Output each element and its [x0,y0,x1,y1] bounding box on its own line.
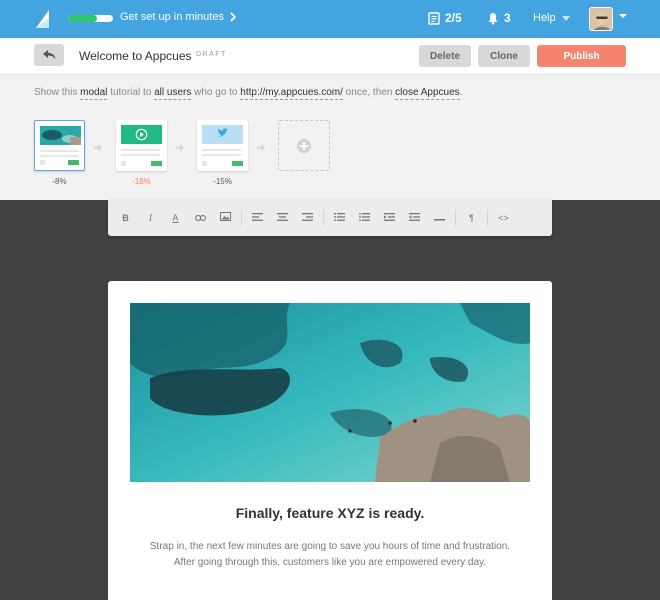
sentence-text: once, then [342,87,396,98]
toolbar-divider [455,209,456,226]
caret-down-icon [561,15,570,21]
step-stat-3: -15% [213,177,232,186]
bell-icon [488,12,498,25]
help-label: Help [533,12,556,24]
button-preview [232,161,243,166]
appcues-logo[interactable] [34,9,54,29]
step-stat-2: -18% [132,177,151,186]
url-selector[interactable]: http://my.appcues.com/ [240,87,343,100]
user-avatar[interactable] [589,7,613,31]
step-stat-1: -8% [52,177,67,186]
code-icon[interactable]: <> [491,213,516,223]
arrow-right-icon: ➔ [175,142,185,154]
toolbar-divider [241,209,242,226]
setup-guide-label: Get set up in minutes [120,11,224,23]
targeting-sentence: Show this modal tutorial to all users wh… [34,87,463,100]
step-thumbnail-1[interactable] [34,120,85,171]
twitter-thumbnail [202,125,243,144]
add-step-button[interactable] [278,120,330,171]
reply-arrow-icon [42,50,55,60]
unordered-list-icon[interactable] [352,212,377,223]
horizontal-rule-icon[interactable] [427,213,452,223]
checklist-count: 2/5 [445,11,462,25]
text-line [40,150,79,152]
button-preview [68,160,79,165]
setup-progress-bar [68,15,113,22]
top-nav-bar: Get set up in minutes 2/5 3 Help [0,0,660,38]
align-center-icon[interactable] [270,212,295,223]
image-thumbnail [40,126,81,145]
page-title: Welcome to Appcues [79,49,192,63]
sentence-text: tutorial to [107,87,155,98]
indent-icon[interactable] [402,212,427,223]
align-left-icon[interactable] [245,212,270,223]
step-thumbnail-2[interactable] [116,120,167,171]
body-line: Strap in, the next few minutes are going… [149,541,511,552]
placeholder-square [40,160,45,165]
arrow-right-icon: ➔ [93,142,103,154]
sentence-text: . [459,87,463,98]
clone-button[interactable]: Clone [478,45,530,67]
text-line [121,154,160,156]
audience-selector[interactable]: all users [154,87,192,100]
text-line [202,149,241,151]
step-thumbnail-3[interactable] [197,120,248,171]
button-preview [151,161,162,166]
text-line [121,149,160,151]
text-line [202,154,241,156]
help-menu[interactable]: Help [533,12,570,24]
modal-heading: Finally, feature XYZ is ready. [235,505,425,521]
modal-body-text: Strap in, the next few minutes are going… [108,539,552,571]
arrow-right-icon: ➔ [256,142,266,154]
chevron-right-icon [230,12,237,22]
publish-button[interactable]: Publish [537,45,626,67]
font-color-icon[interactable]: A [163,213,188,223]
italic-icon[interactable]: I [138,213,163,223]
text-line [40,155,79,157]
placeholder-square [202,161,207,166]
link-icon[interactable] [188,213,213,223]
notifications-count: 3 [504,11,511,25]
setup-guide-link[interactable]: Get set up in minutes [120,11,237,23]
avatar-caret-icon[interactable] [619,14,627,18]
outdent-icon[interactable] [377,212,402,223]
align-right-icon[interactable] [295,212,320,223]
status-badge: DRAFT [196,51,227,58]
plus-circle-icon [297,138,311,153]
back-button[interactable] [34,44,64,66]
completion-action-selector[interactable]: close Appcues [395,87,460,100]
flow-settings-panel: Show this modal tutorial to all users wh… [0,75,660,200]
checklist-status[interactable]: 2/5 [428,11,462,25]
bold-icon[interactable]: B [113,213,138,223]
modal-preview: Finally, feature XYZ is ready. Strap in,… [108,281,552,600]
toolbar-divider [487,209,488,226]
sentence-text: who go to [191,87,241,98]
sentence-text: Show this [34,87,81,98]
editor-toolbar: B I A ¶ <> [108,199,552,236]
paragraph-icon[interactable]: ¶ [459,213,484,223]
ordered-list-icon[interactable] [327,212,352,223]
hero-image[interactable] [130,303,530,482]
flow-type-selector[interactable]: modal [80,87,108,100]
toolbar-divider [323,209,324,226]
avatar-image [590,8,612,30]
flow-header: Welcome to Appcues DRAFT Delete Clone Pu… [0,38,660,75]
video-thumbnail [121,125,162,144]
body-line: After going through this, customers like… [173,557,487,568]
delete-button[interactable]: Delete [419,45,471,67]
setup-progress-fill [68,15,98,22]
image-icon[interactable] [213,212,238,223]
notifications-status[interactable]: 3 [487,11,511,25]
checklist-icon [428,11,440,25]
placeholder-square [121,161,126,166]
